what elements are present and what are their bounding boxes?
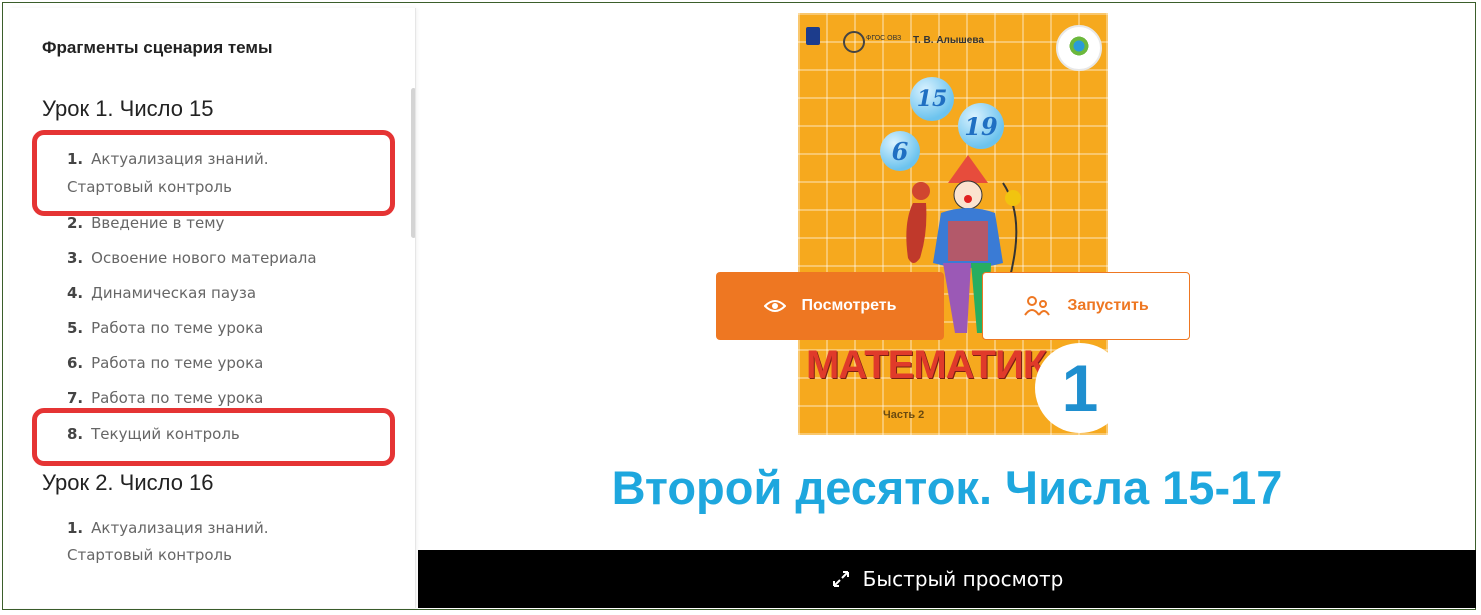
cover-title: МАТЕМАТИКА bbox=[806, 343, 1075, 387]
lesson-1-item-7[interactable]: 7. Работа по теме урока bbox=[67, 389, 263, 407]
item-label: Работа по теме урока bbox=[91, 389, 264, 407]
number-ball: 15 bbox=[910, 77, 954, 121]
quick-view-label: Быстрый просмотр bbox=[862, 567, 1064, 591]
item-label: Работа по теме урока bbox=[91, 354, 264, 372]
cover-author: Т. В. Алышева bbox=[913, 35, 984, 46]
eye-icon bbox=[763, 299, 786, 313]
item-number: 3. bbox=[67, 249, 84, 267]
publisher-logo-icon bbox=[806, 27, 820, 45]
item-number: 6. bbox=[67, 354, 84, 372]
lesson-2-item-1[interactable]: 1. Актуализация знаний. bbox=[67, 519, 269, 537]
lesson-1-item-2[interactable]: 2. Введение в тему bbox=[67, 214, 224, 232]
item-label: Освоение нового материала bbox=[91, 249, 317, 267]
item-label: Введение в тему bbox=[91, 214, 225, 232]
sidebar-title: Фрагменты сценария темы bbox=[42, 38, 273, 57]
item-number: 5. bbox=[67, 319, 84, 337]
lesson-1-title[interactable]: Урок 1. Число 15 bbox=[42, 96, 214, 122]
lesson-1-item-4[interactable]: 4. Динамическая пауза bbox=[67, 284, 256, 302]
expand-icon bbox=[831, 569, 851, 589]
run-button-label: Запустить bbox=[1067, 297, 1149, 314]
scenario-sidebar: Фрагменты сценария темы Урок 1. Число 15… bbox=[10, 8, 416, 608]
cover-part: Часть 2 bbox=[883, 409, 925, 421]
emblem-icon bbox=[1056, 25, 1102, 71]
highlight-box-item-1 bbox=[32, 130, 395, 216]
view-button-label: Посмотреть bbox=[801, 297, 897, 314]
item-label: Актуализация знаний. bbox=[91, 519, 269, 537]
topic-title: Второй десяток. Числа 15-17 bbox=[611, 461, 1283, 514]
quick-view-bar[interactable]: Быстрый просмотр bbox=[418, 550, 1476, 608]
sidebar-scrollbar[interactable] bbox=[411, 88, 415, 238]
run-button[interactable]: Запустить bbox=[982, 272, 1190, 340]
item-number: 1. bbox=[67, 519, 84, 537]
highlight-box-item-8 bbox=[32, 408, 395, 466]
lesson-2-item-1-cont[interactable]: Стартовый контроль bbox=[67, 546, 232, 564]
fgos-logo-icon bbox=[843, 31, 865, 53]
fgos-label: ФГОС ОВЗ bbox=[866, 35, 902, 42]
item-number: 2. bbox=[67, 214, 84, 232]
textbook-cover-image: ФГОС ОВЗ Т. В. Алышева 15 19 6 МАТЕМАТИК… bbox=[798, 13, 1108, 435]
lesson-2-title[interactable]: Урок 2. Число 16 bbox=[42, 470, 214, 496]
item-label: Динамическая пауза bbox=[91, 284, 257, 302]
item-number: 4. bbox=[67, 284, 84, 302]
users-icon bbox=[1023, 295, 1051, 317]
main-content: ФГОС ОВЗ Т. В. Алышева 15 19 6 МАТЕМАТИК… bbox=[418, 8, 1476, 608]
view-button[interactable]: Посмотреть bbox=[716, 272, 944, 340]
lesson-1-item-3[interactable]: 3. Освоение нового материала bbox=[67, 249, 317, 267]
item-label: Работа по теме урока bbox=[91, 319, 264, 337]
lesson-1-item-6[interactable]: 6. Работа по теме урока bbox=[67, 354, 263, 372]
lesson-1-item-5[interactable]: 5. Работа по теме урока bbox=[67, 319, 263, 337]
item-number: 7. bbox=[67, 389, 84, 407]
